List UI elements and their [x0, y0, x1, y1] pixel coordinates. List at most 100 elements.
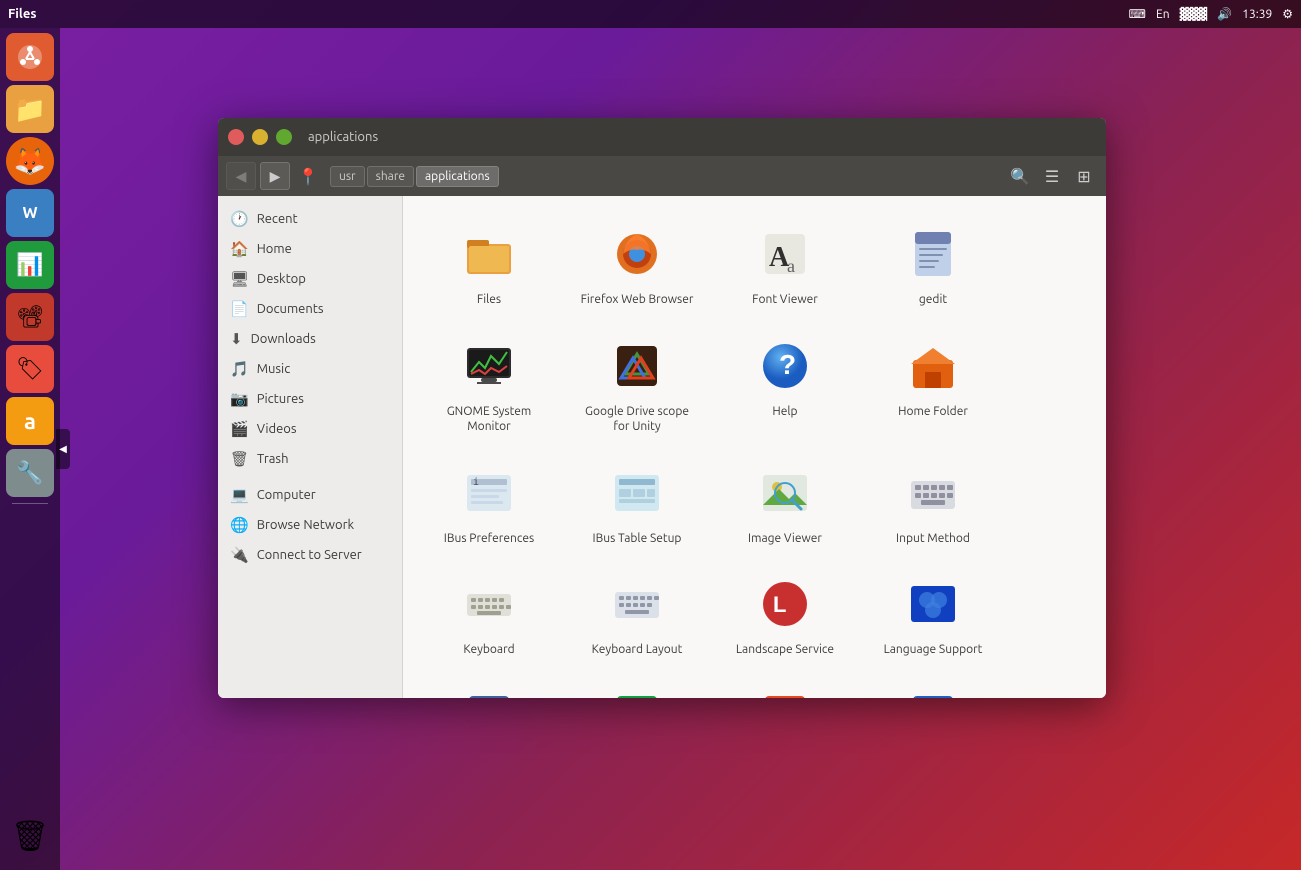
file-label-language-support: Language Support — [884, 642, 983, 658]
pictures-icon: 📷 — [230, 390, 249, 408]
battery-indicator: ▓▓▓ — [1180, 7, 1208, 21]
connect-server-icon: 🔌 — [230, 546, 249, 564]
file-label-help: Help — [772, 404, 797, 420]
sidebar-item-home[interactable]: 🏠 Home — [218, 234, 402, 264]
sidebar-item-trash[interactable]: 🗑 Trash — [218, 444, 402, 474]
sidebar-item-documents[interactable]: 📄 Documents — [218, 294, 402, 324]
file-label-files: Files — [477, 292, 501, 308]
file-item-font-viewer[interactable]: A a Font Viewer — [715, 212, 855, 316]
file-label-keyboard-layout: Keyboard Layout — [592, 642, 683, 658]
sidebar-label-downloads: Downloads — [251, 332, 316, 346]
files-dock-item[interactable]: 📁 — [6, 85, 54, 133]
documents-icon: 📄 — [230, 300, 249, 318]
maximize-button[interactable] — [276, 129, 292, 145]
file-icon-files — [457, 222, 521, 286]
forward-button[interactable]: ▶ — [260, 162, 290, 190]
file-icon-gnome-monitor — [457, 334, 521, 398]
sidebar-item-desktop[interactable]: 🖥 Desktop — [218, 264, 402, 294]
time-display: 13:39 — [1242, 8, 1272, 21]
file-icon-keyboard-layout — [605, 572, 669, 636]
window-title: applications — [308, 130, 378, 144]
sidebar-item-music[interactable]: 🎵 Music — [218, 354, 402, 384]
tools-dock-item[interactable]: 🔧 — [6, 449, 54, 497]
file-item-help[interactable]: ? Help — [715, 324, 855, 443]
sidebar-item-videos[interactable]: 🎬 Videos — [218, 414, 402, 444]
file-icon-home-folder — [901, 334, 965, 398]
file-item-home-folder[interactable]: Home Folder — [863, 324, 1003, 443]
sidebar-label-videos: Videos — [257, 422, 297, 436]
file-item-image-viewer[interactable]: Image Viewer — [715, 451, 855, 555]
ubuntu-button[interactable] — [6, 33, 54, 81]
file-label-input-method: Input Method — [896, 531, 970, 547]
list-view-button[interactable]: ☰ — [1038, 162, 1066, 190]
impress-dock-item[interactable]: 📽 — [6, 293, 54, 341]
sidebar-item-computer[interactable]: 💻 Computer — [218, 480, 402, 510]
amazon-dock-item[interactable]: a — [6, 397, 54, 445]
back-button[interactable]: ◀ — [226, 162, 256, 190]
sidebar-item-recent[interactable]: 🕐 Recent — [218, 204, 402, 234]
sidebar-label-music: Music — [257, 362, 291, 376]
svg-text:?: ? — [779, 349, 796, 380]
file-label-google-drive: Google Drive scope for Unity — [577, 404, 697, 435]
calc-dock-item[interactable]: 📊 — [6, 241, 54, 289]
software-dock-item[interactable]: 🏷 — [6, 345, 54, 393]
sidebar-item-browse-network[interactable]: 🌐 Browse Network — [218, 510, 402, 540]
sidebar-item-downloads[interactable]: ⬇ Downloads — [218, 324, 402, 354]
file-item-gedit[interactable]: gedit — [863, 212, 1003, 316]
volume-indicator[interactable]: 🔊 — [1217, 7, 1232, 21]
file-item-libreoffice-calc[interactable]: LibreOffice Calc — [567, 674, 707, 698]
dock-separator — [12, 503, 48, 504]
sidebar-label-documents: Documents — [257, 302, 324, 316]
topbar: Files ⌨ En ▓▓▓ 🔊 13:39 ⚙ — [0, 0, 1301, 28]
file-item-files[interactable]: Files — [419, 212, 559, 316]
file-item-keyboard[interactable]: Keyboard — [419, 562, 559, 666]
file-icon-language-support — [901, 572, 965, 636]
file-item-libreoffice-draw[interactable]: LibreOffice Draw — [715, 674, 855, 698]
file-item-gnome-monitor[interactable]: GNOME System Monitor — [419, 324, 559, 443]
sidebar-label-computer: Computer — [257, 488, 316, 502]
file-item-libreoffice-impress[interactable]: LibreOffice Impress — [863, 674, 1003, 698]
titlebar: applications — [218, 118, 1106, 156]
file-label-firefox: Firefox Web Browser — [581, 292, 694, 308]
search-button[interactable]: 🔍 — [1006, 162, 1034, 190]
topbar-title: Files — [8, 7, 36, 21]
dock-collapse-button[interactable]: ◀ — [56, 429, 70, 469]
breadcrumb-usr[interactable]: usr — [330, 166, 365, 187]
keyboard-indicator[interactable]: ⌨ — [1129, 7, 1146, 21]
grid-view-button[interactable]: ⊞ — [1070, 162, 1098, 190]
file-item-google-drive[interactable]: Google Drive scope for Unity — [567, 324, 707, 443]
content-area: 🕐 Recent 🏠 Home 🖥 Desktop 📄 Documents ⬇ … — [218, 196, 1106, 698]
svg-text:i: i — [473, 477, 479, 488]
file-item-landscape[interactable]: L Landscape Service — [715, 562, 855, 666]
breadcrumb-applications[interactable]: applications — [416, 166, 499, 187]
file-item-ibus-prefs[interactable]: i IBus Preferences — [419, 451, 559, 555]
home-icon: 🏠 — [230, 240, 249, 258]
file-item-ibus-table[interactable]: IBus Table Setup — [567, 451, 707, 555]
breadcrumb-share[interactable]: share — [367, 166, 414, 187]
file-icon-font-viewer: A a — [753, 222, 817, 286]
desktop-icon: 🖥 — [230, 270, 249, 288]
sidebar-label-desktop: Desktop — [257, 272, 306, 286]
close-button[interactable] — [228, 129, 244, 145]
downloads-icon: ⬇ — [230, 330, 243, 348]
file-item-firefox[interactable]: Firefox Web Browser — [567, 212, 707, 316]
file-item-keyboard-layout[interactable]: Keyboard Layout — [567, 562, 707, 666]
file-item-input-method[interactable]: Input Method — [863, 451, 1003, 555]
settings-icon[interactable]: ⚙ — [1282, 7, 1293, 21]
file-icon-image-viewer — [753, 461, 817, 525]
lang-indicator[interactable]: En — [1156, 8, 1170, 21]
writer-dock-item[interactable]: W — [6, 189, 54, 237]
file-item-language-support[interactable]: Language Support — [863, 562, 1003, 666]
file-icon-gedit — [901, 222, 965, 286]
minimize-button[interactable] — [252, 129, 268, 145]
file-item-libreoffice[interactable]: LibreOffice — [419, 674, 559, 698]
sidebar-item-connect-server[interactable]: 🔌 Connect to Server — [218, 540, 402, 570]
file-grid-inner: Files Firefox Web Browser — [419, 212, 1090, 698]
file-label-ibus-table: IBus Table Setup — [593, 531, 682, 547]
trash-dock-item[interactable]: 🗑 — [6, 812, 54, 860]
firefox-dock-item[interactable]: 🦊 — [6, 137, 54, 185]
file-grid: Files Firefox Web Browser — [403, 196, 1106, 698]
sidebar-item-pictures[interactable]: 📷 Pictures — [218, 384, 402, 414]
sidebar: 🕐 Recent 🏠 Home 🖥 Desktop 📄 Documents ⬇ … — [218, 196, 403, 698]
location-button[interactable]: 📍 — [294, 162, 322, 190]
